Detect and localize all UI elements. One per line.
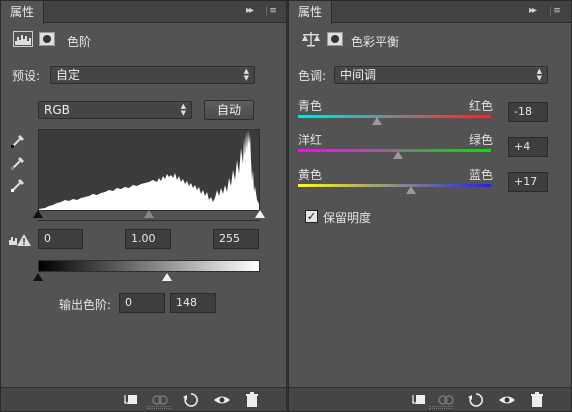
cyan-red-field[interactable]: -18 <box>508 102 548 122</box>
input-black-field[interactable]: 0 <box>38 229 83 249</box>
input-white-field[interactable]: 255 <box>213 229 259 249</box>
black-point-eyedropper-icon[interactable] <box>10 131 28 149</box>
resize-grip[interactable] <box>429 406 453 409</box>
input-white-slider[interactable] <box>255 210 265 218</box>
collapse-icon[interactable]: ▸▸ <box>246 5 254 16</box>
panel-titlebar: 属性 ▸▸ ≡ <box>1 1 286 24</box>
tone-label: 色调: <box>298 69 327 83</box>
color-balance-scale-icon <box>302 32 320 47</box>
white-point-eyedropper-icon[interactable] <box>10 175 28 193</box>
output-white-field[interactable]: 148 <box>170 293 216 313</box>
histogram-graph <box>39 130 259 210</box>
panel-menu-icon[interactable]: ≡ <box>266 4 280 18</box>
magenta-green-field[interactable]: +4 <box>508 137 548 157</box>
preserve-luminosity-label: 保留明度 <box>323 211 372 225</box>
gray-point-eyedropper-icon[interactable] <box>10 153 28 171</box>
preset-dropdown[interactable]: 自定 ▲ ▼ <box>50 66 255 84</box>
clip-to-layer-icon[interactable] <box>121 391 139 409</box>
slider-yellow-label: 黄色 <box>298 168 323 182</box>
properties-panel-levels: 属性 ▸▸ ≡ 色阶 预设: 自定 ▲ ▼ RGB ▲ ▼ 自动 0 1.00 … <box>0 0 287 412</box>
auto-button[interactable]: 自动 <box>204 100 254 120</box>
yellow-blue-slider-track[interactable] <box>298 184 491 187</box>
levels-adjustment-icon <box>13 31 33 47</box>
slider-green-label: 绿色 <box>469 133 494 147</box>
output-gradient-bar <box>38 260 260 272</box>
input-gamma-field[interactable]: 1.00 <box>125 229 171 249</box>
tone-dropdown[interactable]: 中间调 ▲ ▼ <box>334 66 548 84</box>
slider-blue-label: 蓝色 <box>469 168 494 182</box>
tab-properties[interactable]: 属性 <box>289 1 333 24</box>
visibility-eye-icon[interactable] <box>498 391 516 409</box>
input-black-slider[interactable] <box>33 210 43 218</box>
panel-bottom-toolbar <box>289 387 571 411</box>
histogram <box>38 129 260 211</box>
output-black-field[interactable]: 0 <box>119 293 165 313</box>
dropdown-arrows-icon: ▲ ▼ <box>180 102 186 117</box>
panel-titlebar: 属性 ▸▸ ≡ <box>289 1 571 24</box>
dropdown-arrows-icon: ▲ ▼ <box>536 67 542 82</box>
output-black-slider[interactable] <box>33 273 43 281</box>
reset-icon[interactable] <box>182 391 200 409</box>
delete-trash-icon[interactable] <box>243 391 261 409</box>
clipping-warning-icon[interactable] <box>8 233 32 247</box>
preserve-luminosity-checkbox[interactable]: ✓ <box>305 210 318 223</box>
yellow-blue-slider-knob[interactable] <box>405 186 416 194</box>
resize-grip[interactable] <box>147 406 171 409</box>
panel-title: 色彩平衡 <box>351 35 400 49</box>
output-white-slider[interactable] <box>162 273 172 281</box>
delete-trash-icon[interactable] <box>528 391 546 409</box>
visibility-eye-icon[interactable] <box>213 391 231 409</box>
layer-mask-icon[interactable] <box>39 32 55 46</box>
input-gamma-slider[interactable] <box>144 210 154 218</box>
preset-value: 自定 <box>56 68 81 82</box>
checkmark-icon: ✓ <box>306 210 317 223</box>
properties-panel-color-balance: 属性 ▸▸ ≡ 色彩平衡 色调: 中间调 ▲ ▼ 青色 红色 -18 洋红 绿色 … <box>288 0 572 412</box>
tab-properties[interactable]: 属性 <box>1 1 45 24</box>
slider-red-label: 红色 <box>469 99 494 113</box>
preset-label: 预设: <box>12 69 41 83</box>
output-levels-label: 输出色阶: <box>59 298 112 312</box>
layer-mask-icon[interactable] <box>327 32 343 46</box>
input-levels-track <box>38 220 260 221</box>
panel-title: 色阶 <box>67 35 92 49</box>
reset-icon[interactable] <box>467 391 485 409</box>
tone-value: 中间调 <box>340 68 377 82</box>
collapse-icon[interactable]: ▸▸ <box>529 5 537 16</box>
panel-bottom-toolbar <box>1 387 286 411</box>
magenta-green-slider-knob[interactable] <box>393 151 404 159</box>
channel-value: RGB <box>44 103 70 117</box>
slider-magenta-label: 洋红 <box>298 133 323 147</box>
channel-dropdown[interactable]: RGB ▲ ▼ <box>38 101 192 119</box>
yellow-blue-field[interactable]: +17 <box>508 172 548 192</box>
dropdown-arrows-icon: ▲ ▼ <box>243 67 249 82</box>
cyan-red-slider-knob[interactable] <box>372 117 383 125</box>
cyan-red-slider-track[interactable] <box>298 115 491 118</box>
slider-cyan-label: 青色 <box>298 99 323 113</box>
panel-menu-icon[interactable]: ≡ <box>550 4 564 18</box>
clip-to-layer-icon[interactable] <box>409 391 427 409</box>
